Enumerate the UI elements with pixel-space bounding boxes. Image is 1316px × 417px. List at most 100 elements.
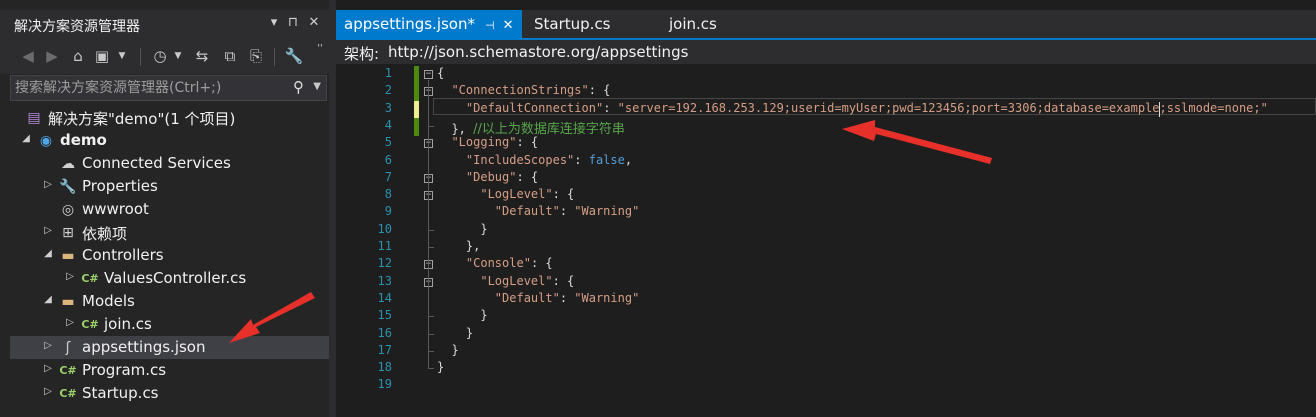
collapse-arrow-icon[interactable]: ◢: [20, 133, 32, 144]
saved-change-marker: [414, 83, 419, 102]
code-line: }, //以上为数据库连接字符串: [437, 118, 624, 137]
csharp-file-icon: C#: [81, 272, 99, 285]
tree-item-wwwroot[interactable]: ◎ wwwroot: [10, 198, 329, 221]
back-icon[interactable]: ◀: [18, 47, 38, 65]
toolbar-overflow-icon[interactable]: '': [310, 43, 330, 54]
connected-services-icon: ☁: [61, 156, 75, 172]
expand-arrow-icon[interactable]: ▷: [42, 340, 54, 351]
collapse-arrow-icon[interactable]: ◢: [42, 294, 54, 305]
tree-item-join-cs[interactable]: ▷ C# join.cs: [10, 313, 329, 336]
code-line: }: [437, 308, 487, 322]
tree-item-valuescontroller-cs[interactable]: ▷ C# ValuesController.cs: [10, 267, 329, 290]
tree-item-program-cs[interactable]: ▷ C# Program.cs: [10, 359, 329, 382]
code-token: }: [437, 360, 445, 375]
forward-icon[interactable]: ▶: [42, 47, 62, 65]
code-token: "LogLevel": [480, 187, 553, 202]
code-area[interactable]: 12345678910111213141516171819−−−−−−− { "…: [336, 64, 1316, 417]
chevron-down-icon[interactable]: ▼: [112, 51, 132, 61]
folder-icon: ▬: [61, 294, 75, 310]
code-token: :: [559, 290, 575, 305]
tree-item-label: Startup.cs: [82, 384, 159, 402]
tab-startup-cs[interactable]: Startup.cs: [526, 10, 619, 38]
close-icon[interactable]: ✕: [306, 15, 322, 30]
dependencies-icon: ⊞: [62, 225, 74, 241]
window-position-dropdown-icon[interactable]: ▾: [266, 15, 282, 30]
code-line: "Console": {: [437, 256, 553, 270]
code-line: "Logging": {: [437, 135, 538, 149]
fold-guide-line: [428, 201, 429, 230]
schema-url-field[interactable]: http://json.schemastore.org/appsettings: [388, 43, 688, 61]
line-number: 5: [384, 135, 392, 150]
chevron-down-icon[interactable]: ▼: [168, 51, 188, 61]
expand-arrow-icon[interactable]: ▷: [42, 363, 54, 374]
text-caret: [1159, 101, 1160, 117]
tree-item-label: Connected Services: [82, 154, 231, 172]
close-icon[interactable]: ✕: [503, 18, 514, 33]
solution-search-box[interactable]: ⚲ ▼: [10, 75, 327, 101]
expand-arrow-icon[interactable]: ▷: [42, 225, 54, 236]
tree-item-label: ValuesController.cs: [104, 269, 247, 287]
line-number: 18: [377, 360, 392, 375]
fold-toggle-icon[interactable]: −: [424, 70, 433, 79]
solution-search-input[interactable]: [15, 79, 285, 97]
line-number: 19: [377, 377, 392, 392]
code-token: "Debug": [465, 169, 517, 184]
pin-icon[interactable]: ⊣: [485, 19, 495, 32]
properties-wrench-icon[interactable]: 🔧: [284, 47, 304, 65]
fold-guide-end: [428, 316, 434, 318]
fold-guide-line: [428, 97, 429, 126]
expand-arrow-icon[interactable]: ▷: [64, 271, 76, 282]
tab-label: Startup.cs: [534, 15, 611, 33]
code-token: {: [437, 66, 445, 80]
code-editor-panel: appsettings.json* ⊣ ✕ Startup.cs join.cs 架…: [336, 0, 1316, 417]
tab-join-cs[interactable]: join.cs: [661, 10, 725, 38]
tree-item-demo-1[interactable]: ▤ 解决方案"demo"(1 个项目): [10, 106, 329, 129]
collapse-arrow-icon[interactable]: ◢: [42, 248, 54, 259]
tree-item-[interactable]: ▷ ⊞ 依赖项: [10, 221, 329, 244]
tree-item-label: Controllers: [82, 246, 164, 264]
search-options-chevron-down-icon[interactable]: ▼: [313, 81, 321, 92]
code-token: },: [437, 121, 474, 136]
expand-arrow-icon[interactable]: ▷: [64, 317, 76, 328]
tree-item-connected-services[interactable]: ☁ Connected Services: [10, 152, 329, 175]
home-icon[interactable]: ⌂: [68, 47, 88, 65]
toolbar-separator: [274, 48, 275, 66]
pending-changes-filter-icon[interactable]: ◷: [150, 47, 170, 65]
fold-guide-end: [428, 368, 434, 370]
expand-arrow-icon[interactable]: ▷: [42, 179, 54, 190]
csharp-file-icon: C#: [59, 364, 77, 377]
tree-item-label: join.cs: [104, 315, 152, 333]
sync-with-document-icon[interactable]: ⇆: [192, 47, 212, 65]
json-schema-bar: 架构: http://json.schemastore.org/appsetti…: [336, 38, 1316, 64]
show-all-files-icon[interactable]: ⎘: [246, 47, 266, 65]
line-number: 2: [384, 83, 392, 98]
search-icon[interactable]: ⚲: [293, 78, 304, 96]
line-number: 11: [377, 239, 392, 253]
tab-appsettings-json[interactable]: appsettings.json* ⊣ ✕: [336, 10, 522, 38]
code-line: "LogLevel": {: [437, 274, 574, 288]
tree-item-models[interactable]: ◢ ▬ Models: [10, 290, 329, 313]
code-token: "Default": [494, 290, 560, 305]
tree-item-label: 解决方案"demo"(1 个项目): [48, 110, 236, 128]
code-line: }: [437, 326, 473, 340]
collapse-all-icon[interactable]: ⧉: [220, 47, 240, 65]
code-token: "DefaultConnection": [465, 100, 604, 115]
switch-views-icon[interactable]: ▣: [92, 47, 112, 65]
tree-item-demo[interactable]: ◢ ◉ demo: [10, 129, 329, 152]
tree-item-properties[interactable]: ▷ 🔧 Properties: [10, 175, 329, 198]
tree-item-startup-cs[interactable]: ▷ C# Startup.cs: [10, 382, 329, 405]
pin-icon[interactable]: ⊓: [285, 15, 301, 30]
tree-item-label: appsettings.json: [82, 338, 206, 356]
code-token: "IncludeScopes": [465, 152, 575, 167]
code-token: "server=192.168.253.129;userid=myUser;pw…: [617, 100, 1268, 115]
expand-arrow-icon[interactable]: ▷: [42, 386, 54, 397]
tree-item-appsettings-json[interactable]: ▷ ʃ appsettings.json: [10, 336, 329, 359]
tree-item-controllers[interactable]: ◢ ▬ Controllers: [10, 244, 329, 267]
code-line: "Debug": {: [437, 170, 538, 184]
tree-item-label: wwwroot: [82, 200, 149, 218]
